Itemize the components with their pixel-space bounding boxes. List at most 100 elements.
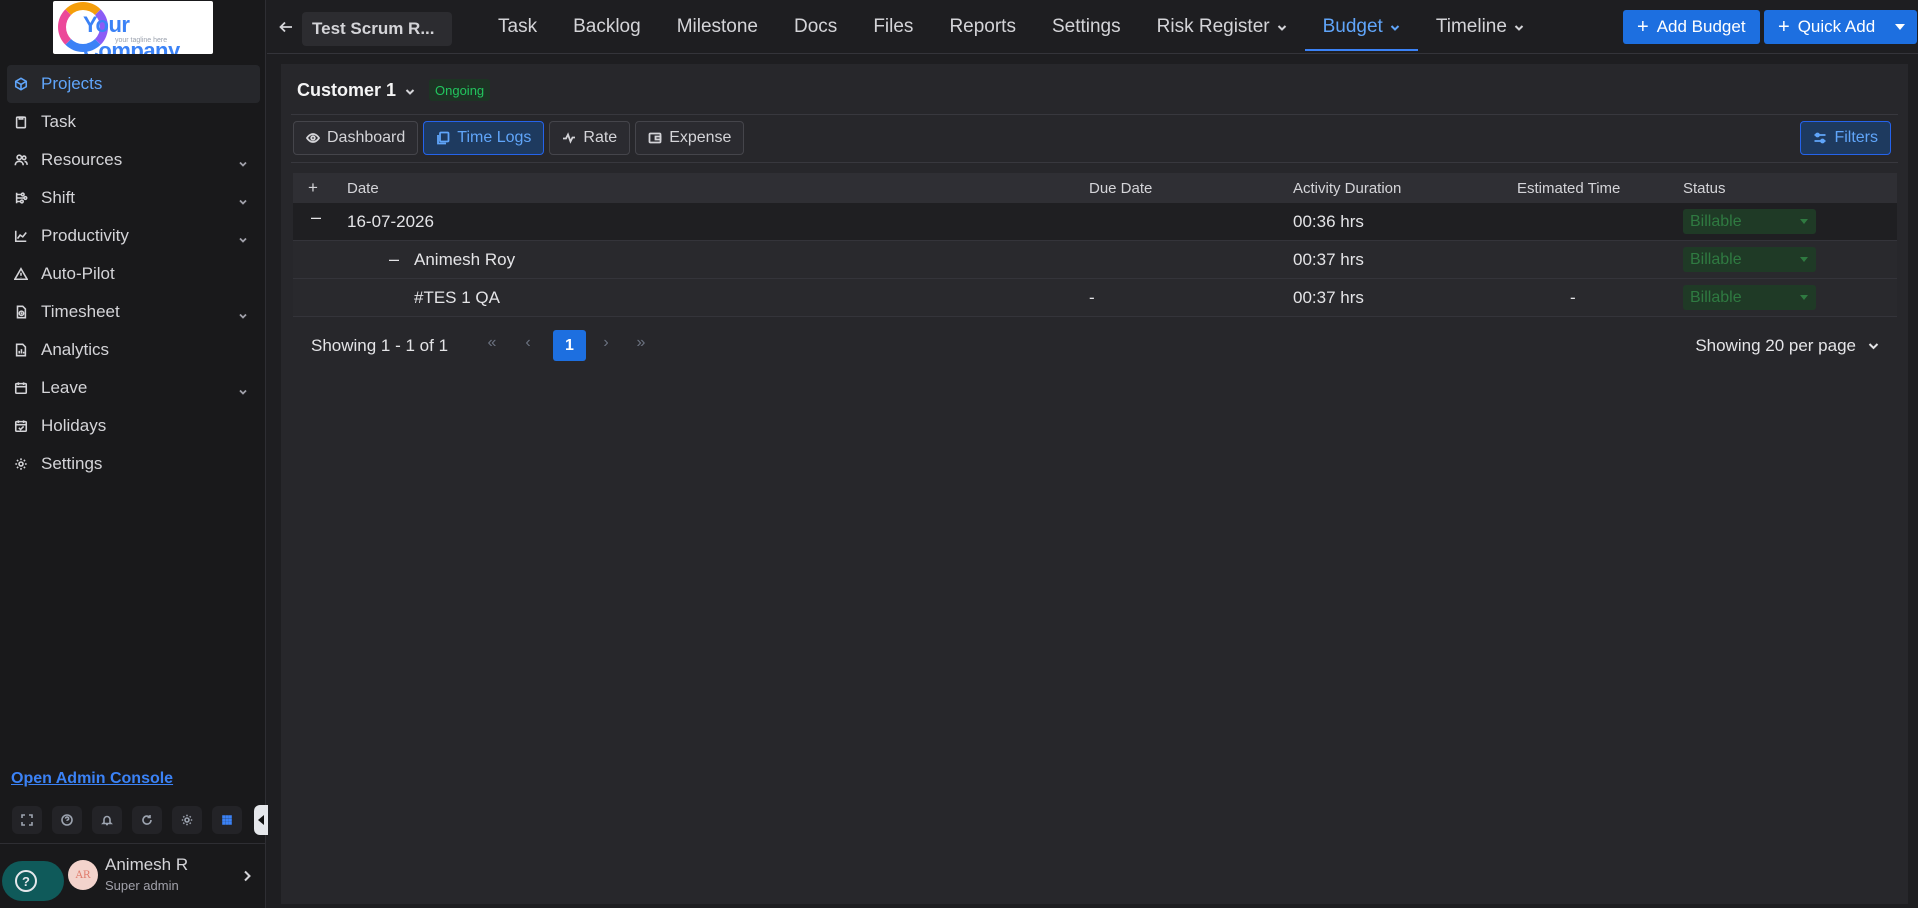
- sliders-icon: [1814, 132, 1826, 144]
- chevron-down-icon: [405, 80, 415, 101]
- collapse-toggle[interactable]: –: [389, 241, 399, 278]
- budget-panel: Customer 1 Ongoing Dashboard Time Logs R…: [281, 64, 1908, 904]
- timesheet-icon: [14, 305, 28, 319]
- sidebar-item-label: Productivity: [41, 226, 129, 245]
- row-task[interactable]: #TES 1 QA: [414, 279, 500, 316]
- per-page-selector[interactable]: Showing 20 per page: [1695, 336, 1879, 356]
- customer-selector[interactable]: Customer 1: [297, 80, 415, 101]
- tab-budget[interactable]: Budget: [1304, 0, 1419, 54]
- divider: [291, 114, 1898, 115]
- quick-add-button[interactable]: + Quick Add: [1764, 10, 1918, 44]
- status-select[interactable]: Billable: [1683, 247, 1816, 272]
- sidebar-item-projects[interactable]: Projects: [7, 65, 260, 103]
- chevron-down-icon: [238, 306, 248, 319]
- time-logs-table: + Date Due Date Activity Duration Estima…: [293, 173, 1897, 317]
- pagination-summary: Showing 1 - 1 of 1: [311, 336, 449, 355]
- copy-icon: [437, 131, 450, 145]
- filters-button[interactable]: Filters: [1800, 121, 1891, 155]
- question-circle-icon: [61, 814, 73, 826]
- sidebar-item-settings[interactable]: Settings: [7, 445, 260, 483]
- project-name-selector[interactable]: Test Scrum R...: [302, 12, 452, 46]
- status-select[interactable]: Billable: [1683, 209, 1816, 234]
- back-arrow-icon[interactable]: [279, 20, 293, 39]
- sidebar-item-label: Settings: [41, 454, 103, 473]
- chevron-down-icon: [1868, 343, 1879, 350]
- clipboard-icon: [14, 115, 28, 129]
- project-tabs: Task Backlog Milestone Docs Files Report…: [480, 0, 1542, 54]
- fullscreen-button[interactable]: [12, 806, 42, 834]
- chevron-down-icon: [1390, 16, 1400, 38]
- avatar: AR: [68, 860, 98, 890]
- subtab-rate[interactable]: Rate: [549, 121, 631, 155]
- page-1-button[interactable]: 1: [553, 330, 586, 361]
- chevron-down-icon: [238, 230, 248, 243]
- sidebar-item-label: Shift: [41, 188, 76, 207]
- user-profile[interactable]: ? AR Animesh R Super admin: [0, 843, 266, 908]
- budget-subtabs: Dashboard Time Logs Rate Expense: [293, 121, 749, 155]
- sidebar-item-task[interactable]: Task: [7, 103, 260, 141]
- status-select[interactable]: Billable: [1683, 285, 1816, 310]
- profile-role: Super admin: [105, 878, 179, 893]
- prev-page-button[interactable]: ‹: [518, 334, 538, 352]
- sidebar-item-productivity[interactable]: Productivity: [7, 217, 260, 255]
- table-row: #TES 1 QA - 00:37 hrs - Billable: [293, 279, 1897, 317]
- tab-settings[interactable]: Settings: [1034, 0, 1139, 54]
- tab-label: Task: [498, 16, 538, 37]
- theme-toggle-button[interactable]: [172, 806, 202, 834]
- sidebar-item-resources[interactable]: Resources: [7, 141, 260, 179]
- subtab-expense[interactable]: Expense: [635, 121, 745, 155]
- sidebar-collapse-handle[interactable]: [254, 805, 268, 835]
- open-admin-console-link[interactable]: Open Admin Console: [11, 770, 173, 788]
- subtab-dashboard[interactable]: Dashboard: [293, 121, 419, 155]
- tab-risk-register[interactable]: Risk Register: [1139, 0, 1305, 54]
- sidebar-item-holidays[interactable]: Holidays: [7, 407, 260, 445]
- collapse-toggle[interactable]: –: [311, 199, 321, 236]
- sidebar-item-label: Resources: [41, 150, 123, 169]
- sun-icon: [181, 814, 193, 826]
- chevron-right-icon: [242, 869, 252, 887]
- notifications-button[interactable]: [92, 806, 122, 834]
- support-chat-button[interactable]: ?: [2, 861, 64, 901]
- fullscreen-icon: [21, 814, 33, 826]
- pagination: Showing 1 - 1 of 1 « ‹ 1 › » Showing 20 …: [293, 330, 1897, 361]
- help-button[interactable]: [52, 806, 82, 834]
- sidebar-item-label: Projects: [41, 74, 103, 93]
- subtab-label: Rate: [583, 129, 618, 146]
- calendar-check-icon: [14, 419, 28, 433]
- column-activity-duration: Activity Duration: [1293, 179, 1402, 197]
- sidebar-item-timesheet[interactable]: Timesheet: [7, 293, 260, 331]
- divider: [291, 162, 1898, 163]
- add-budget-button[interactable]: + Add Budget: [1623, 10, 1760, 44]
- sidebar-item-label: Task: [41, 112, 76, 131]
- chevron-down-icon: [238, 154, 248, 167]
- calendar-icon: [14, 381, 28, 395]
- tab-files[interactable]: Files: [855, 0, 931, 54]
- profile-name: Animesh R: [105, 855, 189, 874]
- tab-docs[interactable]: Docs: [776, 0, 855, 54]
- table-row: – 16-07-2026 00:36 hrs Billable: [293, 203, 1897, 241]
- subtab-time-logs[interactable]: Time Logs: [423, 121, 545, 155]
- tab-label: Backlog: [573, 16, 641, 37]
- tab-backlog[interactable]: Backlog: [555, 0, 659, 54]
- sidebar-item-shift[interactable]: Shift: [7, 179, 260, 217]
- next-page-button[interactable]: ›: [596, 334, 616, 352]
- tab-milestone[interactable]: Milestone: [659, 0, 776, 54]
- refresh-button[interactable]: [132, 806, 162, 834]
- apps-grid-button[interactable]: [212, 806, 242, 834]
- company-logo[interactable]: Your Company your tagline here: [53, 1, 213, 54]
- sidebar-item-label: Auto-Pilot: [41, 264, 115, 283]
- table-row: – Animesh Roy 00:37 hrs Billable: [293, 241, 1897, 279]
- wallet-icon: [648, 132, 662, 144]
- last-page-button[interactable]: »: [631, 334, 651, 352]
- tab-label: Milestone: [676, 16, 759, 37]
- tab-reports[interactable]: Reports: [931, 0, 1034, 54]
- sidebar-item-leave[interactable]: Leave: [7, 369, 260, 407]
- sidebar-item-analytics[interactable]: Analytics: [7, 331, 260, 369]
- tab-timeline[interactable]: Timeline: [1418, 0, 1542, 54]
- tab-label: Docs: [794, 16, 838, 37]
- caret-down-icon[interactable]: [1889, 10, 1911, 44]
- sidebar-item-auto-pilot[interactable]: Auto-Pilot: [7, 255, 260, 293]
- first-page-button[interactable]: «: [482, 334, 502, 352]
- tab-task[interactable]: Task: [480, 0, 555, 54]
- row-user: Animesh Roy: [414, 249, 516, 269]
